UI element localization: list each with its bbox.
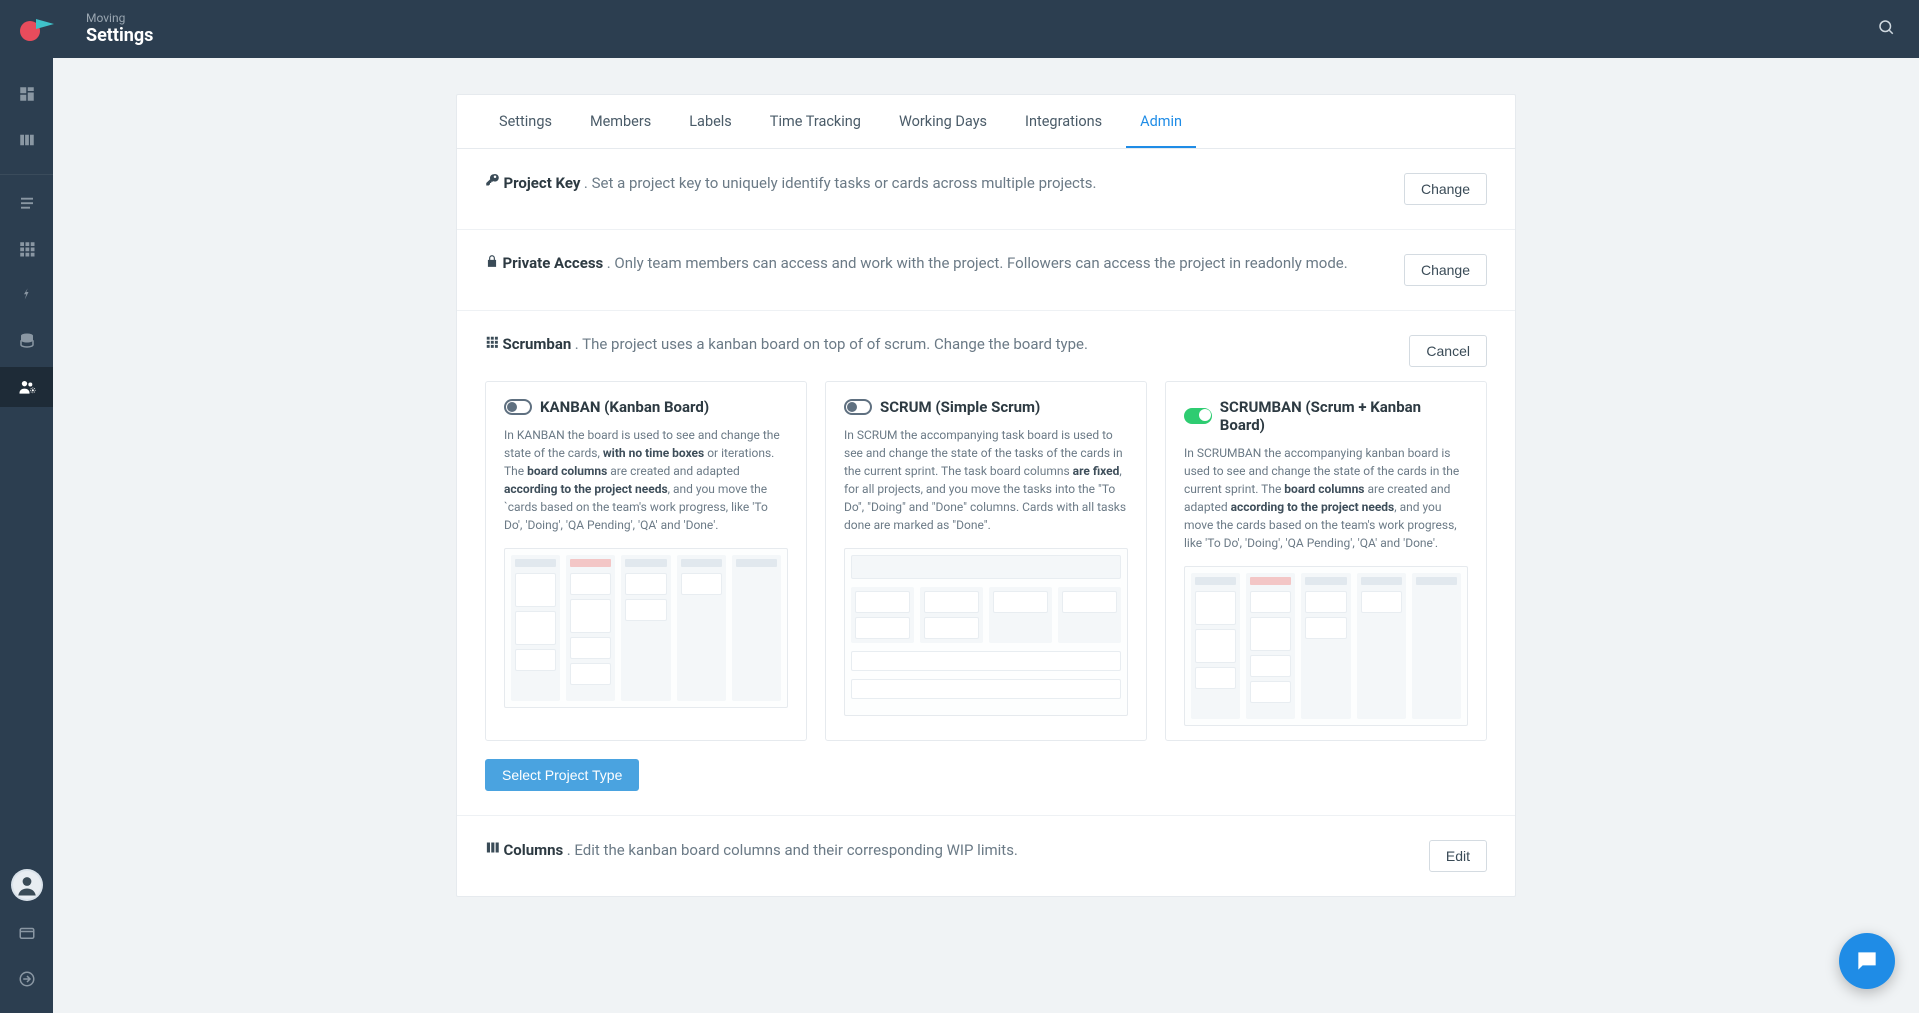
columns-edit-button[interactable]: Edit	[1429, 840, 1487, 872]
scrumban-card-desc: In SCRUMBAN the accompanying kanban boar…	[1184, 444, 1468, 552]
content-area: Settings Members Labels Time Tracking Wo…	[53, 58, 1919, 1013]
tab-integrations[interactable]: Integrations	[1011, 95, 1116, 148]
board-type-scrum[interactable]: SCRUM (Simple Scrum) In SCRUM the accomp…	[825, 381, 1147, 741]
kanban-title: KANBAN (Kanban Board)	[540, 398, 709, 416]
scrum-desc: In SCRUM the accompanying task board is …	[844, 426, 1128, 534]
sidebar-item-list[interactable]	[0, 183, 53, 223]
breadcrumb: Moving	[86, 11, 153, 25]
private-access-desc: . Only team members can access and work …	[607, 254, 1348, 272]
user-avatar[interactable]	[11, 869, 43, 901]
grid-icon	[485, 337, 502, 353]
project-key-change-button[interactable]: Change	[1404, 173, 1487, 205]
header-titles: Moving Settings	[86, 11, 153, 47]
settings-panel: Settings Members Labels Time Tracking Wo…	[456, 94, 1516, 897]
sidebar	[0, 58, 53, 1013]
chat-fab[interactable]	[1839, 933, 1895, 989]
scrumban-label: Scrumban	[502, 335, 571, 353]
scrumban-desc: . The project uses a kanban board on top…	[575, 335, 1088, 353]
section-project-key: Project Key . Set a project key to uniqu…	[457, 149, 1515, 230]
toggle-off-icon	[504, 399, 532, 415]
sidebar-item-dashboard[interactable]	[0, 74, 53, 114]
scrumban-card-title: SCRUMBAN (Scrum + Kanban Board)	[1220, 398, 1468, 434]
tabs: Settings Members Labels Time Tracking Wo…	[457, 95, 1515, 149]
section-board-type: Scrumban . The project uses a kanban boa…	[457, 311, 1515, 816]
app-logo[interactable]	[16, 15, 56, 43]
sidebar-item-boards[interactable]	[0, 120, 53, 160]
sidebar-item-sprints[interactable]	[0, 275, 53, 315]
tab-members[interactable]: Members	[576, 95, 665, 148]
board-type-scrumban[interactable]: SCRUMBAN (Scrum + Kanban Board) In SCRUM…	[1165, 381, 1487, 741]
private-access-change-button[interactable]: Change	[1404, 254, 1487, 286]
kanban-desc: In KANBAN the board is used to see and c…	[504, 426, 788, 534]
search-icon[interactable]	[1869, 10, 1903, 48]
tab-labels[interactable]: Labels	[675, 95, 746, 148]
project-key-desc: . Set a project key to uniquely identify…	[584, 174, 1097, 192]
columns-icon	[485, 843, 503, 859]
board-type-kanban[interactable]: KANBAN (Kanban Board) In KANBAN the boar…	[485, 381, 807, 741]
sidebar-item-team-settings[interactable]	[0, 367, 53, 407]
private-access-label: Private Access	[502, 254, 603, 272]
scrumban-preview	[1184, 566, 1468, 726]
tab-admin[interactable]: Admin	[1126, 95, 1196, 148]
sidebar-item-logout[interactable]	[0, 959, 53, 999]
select-project-type-button[interactable]: Select Project Type	[485, 759, 639, 791]
page-title: Settings	[86, 25, 153, 47]
key-icon	[485, 176, 503, 192]
section-private-access: Private Access . Only team members can a…	[457, 230, 1515, 311]
columns-label: Columns	[503, 841, 563, 859]
sidebar-item-billing[interactable]	[0, 913, 53, 953]
columns-desc: . Edit the kanban board columns and thei…	[567, 841, 1018, 859]
tab-settings[interactable]: Settings	[485, 95, 566, 148]
scrum-title: SCRUM (Simple Scrum)	[880, 398, 1040, 416]
toggle-on-icon	[1184, 408, 1212, 424]
tab-working-days[interactable]: Working Days	[885, 95, 1001, 148]
project-key-label: Project Key	[503, 174, 580, 192]
board-type-cards: KANBAN (Kanban Board) In KANBAN the boar…	[485, 381, 1487, 741]
section-columns: Columns . Edit the kanban board columns …	[457, 816, 1515, 896]
app-header: Moving Settings	[0, 0, 1919, 58]
tab-time-tracking[interactable]: Time Tracking	[756, 95, 875, 148]
kanban-preview	[504, 548, 788, 708]
toggle-off-icon	[844, 399, 872, 415]
lock-icon	[485, 256, 502, 272]
scrum-preview	[844, 548, 1128, 716]
sidebar-item-grid[interactable]	[0, 229, 53, 269]
scrumban-cancel-button[interactable]: Cancel	[1409, 335, 1487, 367]
sidebar-item-data[interactable]	[0, 321, 53, 361]
